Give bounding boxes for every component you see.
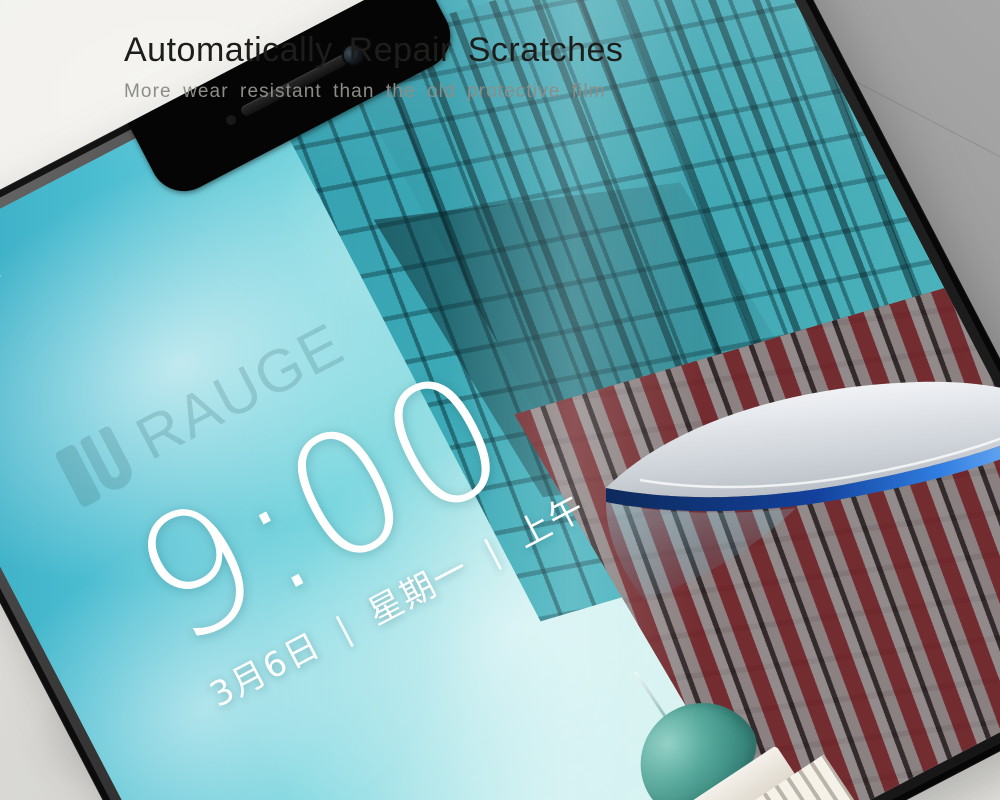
product-banner: Automatically Repair Scratches More wear… [0,0,1000,800]
phone-body: RAUGE 9:00 3月6日 | 星期一 | 上午 4G [0,0,1000,800]
subheadline: More wear resistant than the old protect… [124,81,606,103]
smartphone: RAUGE 9:00 3月6日 | 星期一 | 上午 4G [0,0,1000,800]
headline: Automatically Repair Scratches [124,31,624,69]
arrow-up-icon [0,267,1,283]
data-activity-arrows-icon [0,267,2,294]
marketing-copy: Automatically Repair Scratches More wear… [124,31,624,103]
